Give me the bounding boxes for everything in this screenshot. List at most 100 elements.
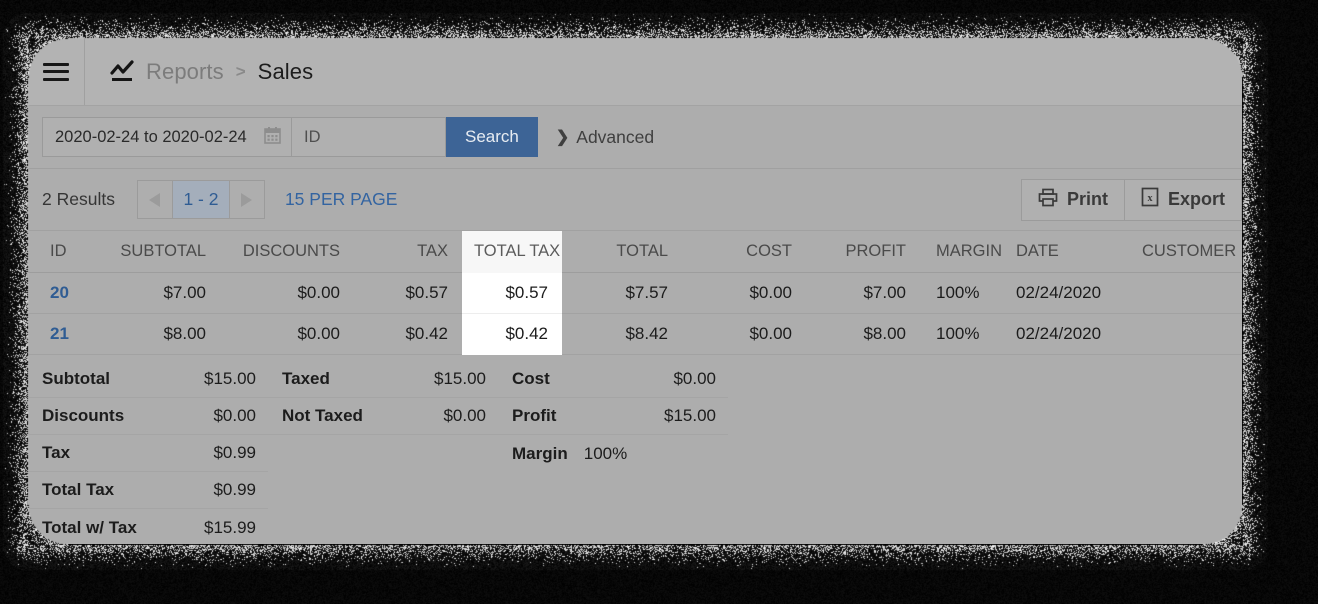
summary-label: Total w/ Tax	[42, 518, 137, 538]
date-range-input[interactable]: 2020-02-24 to 2020-02-24	[42, 117, 291, 157]
column-header-id[interactable]: ID	[28, 231, 90, 273]
summary-label: Profit	[512, 406, 556, 426]
calendar-icon[interactable]	[264, 126, 281, 149]
summary-value: $15.00	[434, 369, 486, 389]
column-header-total[interactable]: TOTAL	[562, 231, 682, 273]
summary-empty	[498, 472, 728, 509]
summary-value: $0.00	[443, 406, 486, 426]
advanced-label: Advanced	[576, 127, 654, 148]
line-chart-icon	[109, 60, 135, 84]
cell-profit: $7.00	[806, 273, 920, 314]
cell-total: $8.42	[562, 314, 682, 355]
cell-id[interactable]: 20	[28, 273, 90, 314]
summary-cost: Cost $0.00	[498, 361, 728, 398]
summary-label: Taxed	[282, 369, 330, 389]
cell-discounts: $0.00	[220, 314, 354, 355]
per-page-selector[interactable]: 15 PER PAGE	[285, 189, 398, 210]
summary-filler	[728, 361, 1242, 398]
results-count: 2 Results	[42, 189, 115, 210]
table-header-row: ID SUBTOTAL DISCOUNTS TAX TOTAL TAX TOTA…	[28, 231, 1242, 273]
id-search-placeholder: ID	[304, 128, 321, 147]
table-row[interactable]: 21 $8.00 $0.00 $0.42 $0.42 $8.42 $0.00 $…	[28, 314, 1242, 355]
date-range-value: 2020-02-24 to 2020-02-24	[55, 128, 247, 147]
column-header-margin[interactable]: MARGIN	[920, 231, 998, 273]
triangle-right-icon	[241, 193, 252, 207]
summary-total-with-tax: Total w/ Tax $15.99	[28, 509, 268, 544]
summary-empty	[498, 509, 728, 544]
column-header-tax[interactable]: TAX	[354, 231, 462, 273]
cell-total: $7.57	[562, 273, 682, 314]
summary-filler	[728, 472, 1242, 509]
summary-empty	[268, 509, 498, 544]
advanced-toggle[interactable]: ❯ Advanced	[556, 127, 654, 148]
summary-value: $0.00	[673, 369, 716, 389]
search-button[interactable]: Search	[446, 117, 538, 157]
summary-value: $0.00	[213, 406, 256, 426]
breadcrumb-current: Sales	[258, 59, 314, 85]
breadcrumb-separator: >	[235, 62, 247, 82]
column-header-customer[interactable]: CUSTOMER	[1124, 231, 1242, 273]
menu-toggle-button[interactable]	[28, 38, 85, 105]
cell-discounts: $0.00	[220, 273, 354, 314]
cell-customer	[1124, 314, 1242, 355]
summary-value: $0.99	[213, 480, 256, 500]
chevron-right-icon: ❯	[556, 127, 569, 147]
summary-subtotal: Subtotal $15.00	[28, 361, 268, 398]
summary-value: $15.99	[204, 518, 256, 538]
summary-value: $15.00	[204, 369, 256, 389]
summary-filler	[728, 509, 1242, 544]
results-toolbar: 2 Results 1 - 2 15 PER PAGE Print x Expo…	[28, 169, 1242, 231]
summary-empty	[268, 472, 498, 509]
summary-label: Cost	[512, 369, 550, 389]
summary-taxed: Taxed $15.00	[268, 361, 498, 398]
table-row[interactable]: 20 $7.00 $0.00 $0.57 $0.57 $7.57 $0.00 $…	[28, 273, 1242, 314]
summary-value: 100%	[584, 444, 627, 464]
screen: Reports > Sales 2020-02-24 to 2020-02-24	[0, 0, 1318, 604]
export-label: Export	[1168, 189, 1225, 210]
hamburger-icon	[43, 63, 69, 81]
column-header-total-tax[interactable]: TOTAL TAX	[462, 231, 562, 273]
cell-margin: 100%	[920, 273, 998, 314]
svg-text:x: x	[1147, 193, 1152, 204]
summary-value: $15.00	[664, 406, 716, 426]
pagination: 1 - 2	[137, 180, 265, 219]
cell-cost: $0.00	[682, 314, 806, 355]
summary-not-taxed: Not Taxed $0.00	[268, 398, 498, 435]
cell-date: 02/24/2020	[998, 314, 1124, 355]
cell-subtotal: $8.00	[90, 314, 220, 355]
column-header-subtotal[interactable]: SUBTOTAL	[90, 231, 220, 273]
cell-subtotal: $7.00	[90, 273, 220, 314]
breadcrumb: Reports > Sales	[85, 38, 313, 105]
summary-filler	[728, 398, 1242, 435]
cell-total-tax: $0.57	[462, 273, 562, 314]
column-header-discounts[interactable]: DISCOUNTS	[220, 231, 354, 273]
column-header-date[interactable]: DATE	[998, 231, 1124, 273]
breadcrumb-parent[interactable]: Reports	[146, 59, 224, 85]
cell-tax: $0.42	[354, 314, 462, 355]
summary-total-tax: Total Tax $0.99	[28, 472, 268, 509]
page-range-label[interactable]: 1 - 2	[173, 181, 229, 218]
top-bar: Reports > Sales	[28, 38, 1242, 106]
export-button[interactable]: x Export	[1124, 180, 1241, 220]
summary-section: Subtotal $15.00 Taxed $15.00 Cost $0.00 …	[28, 355, 1242, 544]
summary-tax: Tax $0.99	[28, 435, 268, 472]
cell-profit: $8.00	[806, 314, 920, 355]
column-header-cost[interactable]: COST	[682, 231, 806, 273]
summary-label: Tax	[42, 443, 70, 463]
summary-label: Total Tax	[42, 480, 114, 500]
cell-id[interactable]: 21	[28, 314, 90, 355]
print-button[interactable]: Print	[1022, 180, 1124, 220]
id-search-input[interactable]: ID	[291, 117, 446, 157]
results-table: ID SUBTOTAL DISCOUNTS TAX TOTAL TAX TOTA…	[28, 231, 1242, 355]
next-page-button[interactable]	[229, 181, 264, 218]
summary-filler	[728, 435, 1242, 472]
prev-page-button[interactable]	[138, 181, 173, 218]
cell-total-tax: $0.42	[462, 314, 562, 355]
summary-margin: Margin 100%	[498, 435, 728, 472]
summary-label: Not Taxed	[282, 406, 363, 426]
column-header-profit[interactable]: PROFIT	[806, 231, 920, 273]
cell-tax: $0.57	[354, 273, 462, 314]
summary-discounts: Discounts $0.00	[28, 398, 268, 435]
summary-label: Margin	[512, 444, 568, 464]
summary-label: Subtotal	[42, 369, 110, 389]
